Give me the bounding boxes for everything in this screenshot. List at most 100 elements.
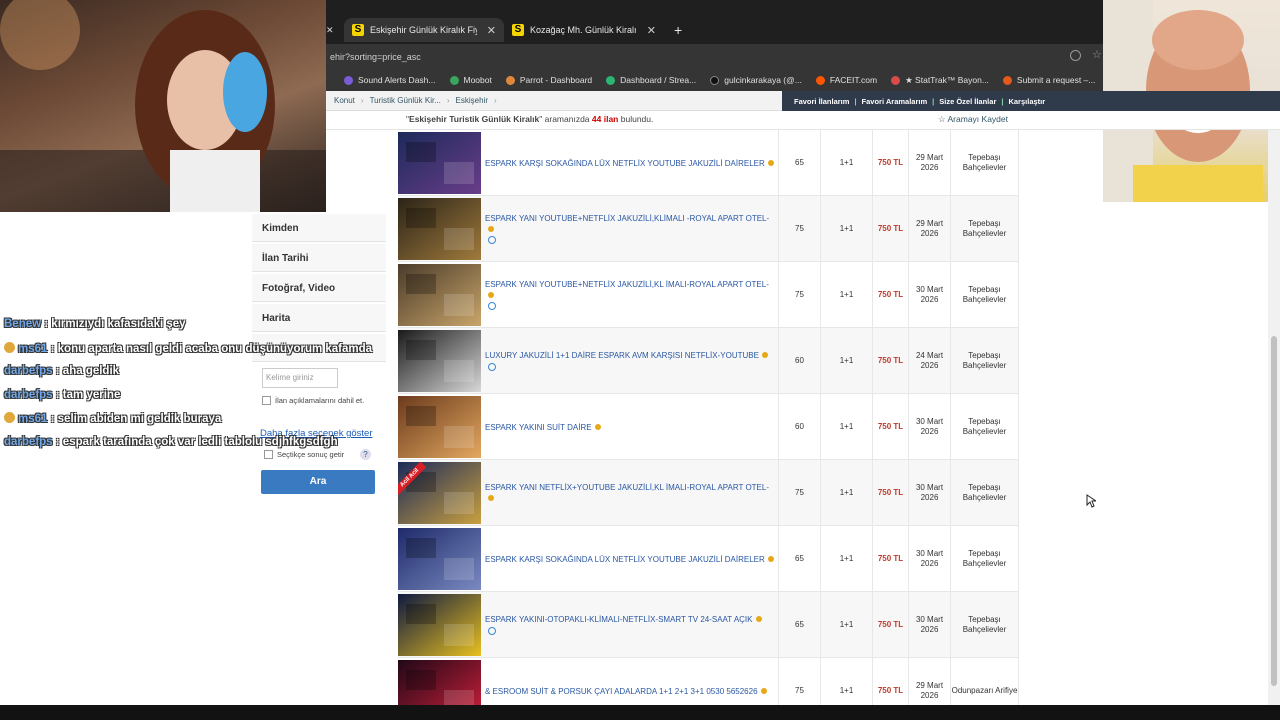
personal-listings-link[interactable]: Size Özel İlanlar (939, 97, 996, 106)
table-row[interactable]: Acil Acil ESPARK YANI NETFLİX+YOUTUBE JAK… (398, 460, 1019, 526)
listing-title-link[interactable]: ESPARK YANI NETFLİX+YOUTUBE JAKUZİLİ,KL … (485, 460, 775, 526)
breadcrumb-item[interactable]: Konut (334, 96, 355, 105)
pin-icon (488, 495, 494, 501)
breadcrumb-separator: › (493, 96, 497, 105)
listing-title-link[interactable]: LUXURY JAKUZİLİ 1+1 DAİRE ESPARK AVM KAR… (485, 328, 775, 394)
listing-thumbnail[interactable] (398, 594, 481, 656)
filter-ilan-tarihi[interactable]: İlan Tarihi (252, 244, 386, 272)
listing-location: Tepebaşı Bahçelievler (950, 592, 1019, 658)
listing-date: 24 Mart 2026 (908, 328, 950, 394)
result-summary-bar: "Eskişehir Turistik Günlük Kiralık" aram… (326, 111, 1280, 130)
table-row[interactable]: ESPARK KARŞI SOKAĞINDA LÜX NETFLİX YOUTU… (398, 130, 1019, 196)
listing-title-link[interactable]: ESPARK YAKINI-OTOPAKLI-KLİMALI-NETFLİX-S… (485, 592, 775, 658)
compare-link[interactable]: Karşılaştır (1008, 97, 1045, 106)
bookmark-item[interactable]: gulcinkarakaya (@... (710, 75, 802, 85)
chat-text: : kırmızıydı kafasıdaki şey (44, 318, 186, 330)
listing-m2: 75 (778, 196, 820, 262)
breadcrumb-item[interactable]: Turistik Günlük Kir... (370, 96, 441, 105)
table-row[interactable]: ESPARK YANI YOUTUBE+NETFLİX JAKUZİLİ,KL … (398, 262, 1019, 328)
video-icon (488, 302, 496, 311)
filter-kimden[interactable]: Kimden (252, 214, 386, 242)
listing-thumbnail[interactable] (398, 264, 481, 326)
listing-title-link[interactable]: ESPARK YANI YOUTUBE+NETFLİX JAKUZİLİ,KLİ… (485, 196, 775, 262)
listing-location: Tepebaşı Bahçelievler (950, 196, 1019, 262)
bookmark-item[interactable]: Parrot - Dashboard (505, 75, 592, 85)
listing-title-link[interactable]: ESPARK KARŞI SOKAĞINDA LÜX NETFLİX YOUTU… (485, 526, 775, 592)
listing-price: 750 TL (872, 592, 908, 658)
listing-thumbnail[interactable] (398, 198, 481, 260)
table-row[interactable]: ESPARK YANI YOUTUBE+NETFLİX JAKUZİLİ,KLİ… (398, 196, 1019, 262)
listing-title-link[interactable]: ESPARK YANI YOUTUBE+NETFLİX JAKUZİLİ,KL … (485, 262, 775, 328)
chat-text: : konu aparta nasıl geldi acaba onu düşü… (50, 342, 373, 355)
listing-title-link[interactable]: & ESROOM SUİT & PORSUK ÇAYI ADALARDA 1+1… (485, 658, 775, 705)
listing-m2: 75 (778, 658, 820, 705)
listing-thumbnail[interactable] (398, 660, 481, 705)
tab-close-icon[interactable]: ✕ (647, 24, 656, 37)
listing-rooms: 1+1 (820, 460, 872, 526)
bookmark-star-icon[interactable]: ☆ (1092, 48, 1102, 61)
listing-title-link[interactable]: ESPARK KARŞI SOKAĞINDA LÜX NETFLİX YOUTU… (485, 130, 775, 196)
pin-icon (767, 555, 774, 562)
bookmark-item[interactable]: Sound Alerts Dash... (344, 75, 436, 85)
bookmark-item[interactable]: ★ StatTrak™ Bayon... (891, 75, 989, 86)
sahibinden-favicon-icon: S (352, 24, 364, 36)
listing-thumbnail[interactable] (398, 330, 481, 392)
breadcrumb-item[interactable]: Eskişehir (456, 96, 488, 105)
table-row[interactable]: ESPARK YAKINI-OTOPAKLI-KLİMALI-NETFLİX-S… (398, 592, 1019, 658)
listing-m2: 75 (778, 460, 820, 526)
table-row[interactable]: & ESROOM SUİT & PORSUK ÇAYI ADALARDA 1+1… (398, 658, 1019, 705)
tab-title: Eskişehir Günlük Kiralık Fiyatları (370, 25, 477, 35)
bookmark-item[interactable]: Dashboard / Strea... (606, 75, 696, 85)
tab-eskisehir[interactable]: S Eskişehir Günlük Kiralık Fiyatları ✕ (344, 18, 504, 42)
favorite-searches-link[interactable]: Favori Aramalarım (862, 97, 928, 106)
listing-location: Tepebaşı Bahçelievler (950, 460, 1019, 526)
bookmark-item[interactable]: Moobot (449, 75, 492, 85)
tab-close-icon[interactable]: ✕ (487, 24, 496, 37)
page-scrollbar[interactable] (1268, 130, 1280, 705)
sahibinden-favicon-icon: S (512, 24, 524, 36)
listing-rooms: 1+1 (820, 328, 872, 394)
save-search-link[interactable]: ☆ Aramayı Kaydet (938, 114, 1008, 125)
site-info-icon[interactable] (1070, 50, 1081, 61)
table-row[interactable]: ESPARK YAKINI SUİT DAİRE 60 1+1 750 TL 30 Ma… (398, 394, 1019, 460)
scrollbar-thumb[interactable] (1271, 336, 1277, 686)
listing-rooms: 1+1 (820, 658, 872, 705)
listing-date: 29 Mart 2026 (908, 130, 950, 196)
listing-price: 750 TL (872, 394, 908, 460)
listing-location: Odunpazarı Arifiye (950, 658, 1019, 705)
listing-price: 750 TL (872, 328, 908, 394)
bookmark-icon (891, 75, 901, 85)
badge-icon (4, 341, 15, 353)
bookmark-icon (449, 75, 459, 85)
tab-kozagac[interactable]: S Kozağaç Mh. Günlük Kiralık Stüdy... ✕ (504, 18, 664, 42)
listing-price: 750 TL (872, 262, 908, 328)
listing-m2: 75 (778, 262, 820, 328)
filter-fotograf-video[interactable]: Fotoğraf, Video (252, 274, 386, 302)
table-row[interactable]: ESPARK KARŞI SOKAĞINDA LÜX NETFLİX YOUTU… (398, 526, 1019, 592)
search-button[interactable]: Ara (261, 470, 375, 494)
chat-message: darbefps : espark tarafında çok var ledl… (4, 436, 338, 448)
new-tab-button[interactable]: + (666, 18, 690, 42)
listing-rooms: 1+1 (820, 526, 872, 592)
address-bar[interactable]: ehir?sorting=price_asc ☆ (326, 44, 1103, 69)
listing-rooms: 1+1 (820, 196, 872, 262)
close-window-icon[interactable]: ✕ (326, 18, 338, 42)
favorite-listings-link[interactable]: Favori İlanlarım (794, 97, 849, 106)
bookmark-item[interactable]: Submit a request –... (1002, 75, 1095, 85)
listing-thumbnail[interactable] (398, 132, 481, 194)
listing-thumbnail[interactable]: Acil Acil (398, 462, 481, 524)
listing-price: 750 TL (872, 526, 908, 592)
table-row[interactable]: LUXURY JAKUZİLİ 1+1 DAİRE ESPARK AVM KAR… (398, 328, 1019, 394)
bookmark-item[interactable]: FACEIT.com (815, 75, 877, 85)
listing-title-link[interactable]: ESPARK YAKINI SUİT DAİRE (485, 394, 775, 460)
listing-price: 750 TL (872, 196, 908, 262)
listing-rooms: 1+1 (820, 394, 872, 460)
listing-location: Tepebaşı Bahçelievler (950, 130, 1019, 196)
listing-table: ESPARK KARŞI SOKAĞINDA LÜX NETFLİX YOUTU… (398, 130, 1019, 705)
listing-thumbnail[interactable] (398, 528, 481, 590)
listing-thumbnail[interactable] (398, 396, 481, 458)
listing-rooms: 1+1 (820, 130, 872, 196)
chat-message: Benew : kırmızıydı kafasıdaki şey (4, 318, 186, 330)
listing-date: 30 Mart 2026 (908, 394, 950, 460)
listing-location: Tepebaşı Bahçelievler (950, 526, 1019, 592)
